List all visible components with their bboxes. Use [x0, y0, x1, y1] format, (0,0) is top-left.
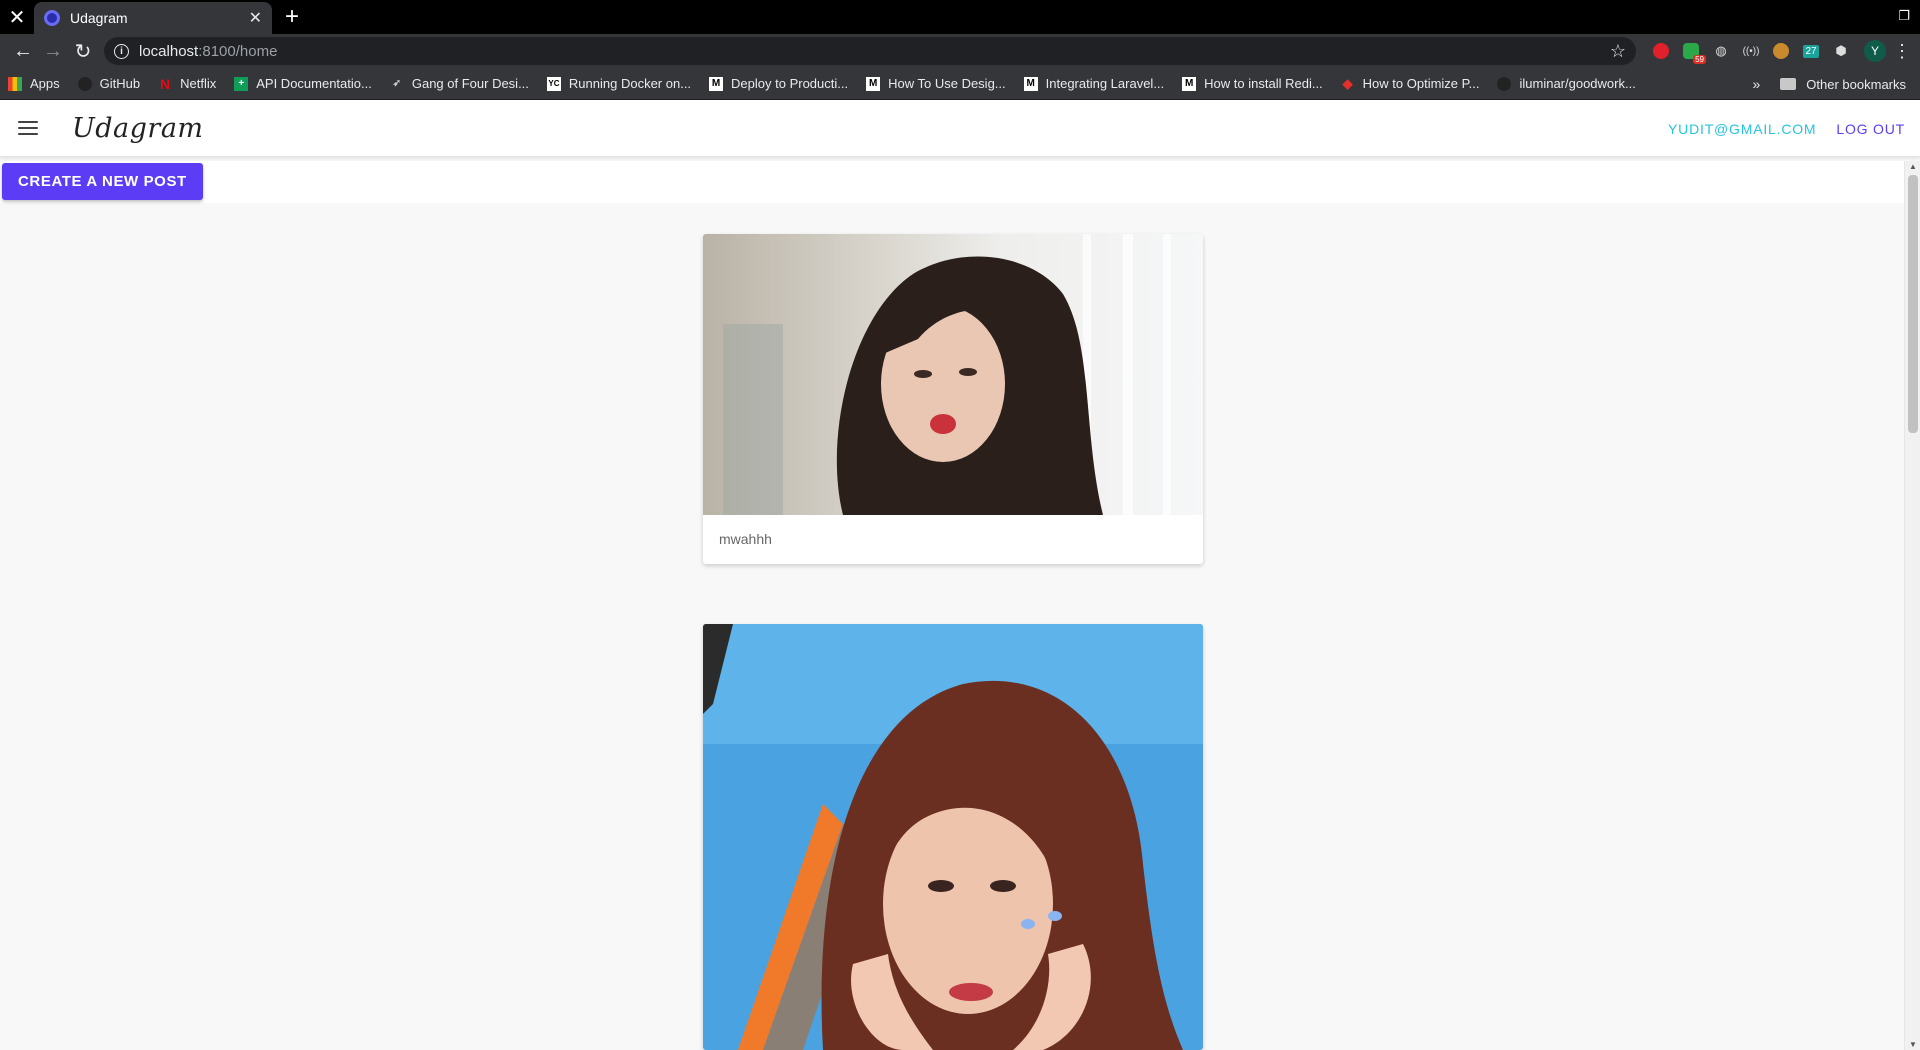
medium-icon: M	[1023, 76, 1038, 91]
tab-close-icon[interactable]: ✕	[249, 8, 262, 28]
diamond-icon: ◆	[1342, 75, 1353, 91]
bookmark-netflix[interactable]: N Netflix	[158, 75, 216, 92]
netflix-icon: N	[160, 75, 171, 92]
logout-button[interactable]: LOG OUT	[1836, 121, 1905, 137]
app-logo: Udagram	[72, 112, 204, 144]
bookmark-github[interactable]: GitHub	[77, 76, 140, 91]
bookmark-gang-of-four[interactable]: ➶ Gang of Four Desi...	[390, 76, 529, 91]
post-card: mwahhh	[703, 234, 1203, 564]
bookmark-running-docker[interactable]: YC Running Docker on...	[546, 76, 691, 91]
browser-tabstrip: ✕ Udagram ✕ + ❐	[0, 0, 1920, 34]
close-window-icon[interactable]: ✕	[0, 0, 34, 34]
profile-avatar[interactable]: Y	[1864, 40, 1886, 62]
bookmark-redis[interactable]: M How to install Redi...	[1182, 76, 1323, 91]
globe-icon[interactable]: ◍	[1708, 38, 1734, 64]
bookmark-optimize[interactable]: ◆ How to Optimize P...	[1341, 75, 1480, 92]
udagram-favicon-icon	[44, 10, 60, 26]
extension-badge: 59	[1693, 55, 1706, 64]
tab-title: Udagram	[70, 10, 128, 26]
bookmark-star-icon[interactable]: ☆	[1610, 41, 1626, 62]
bookmark-api-docs[interactable]: + API Documentatio...	[234, 76, 372, 91]
browser-toolbar: ← → ↻ i localhost:8100/home ☆ 59 ◍ ((•))…	[0, 34, 1920, 68]
browser-menu-icon[interactable]: ⋮	[1892, 41, 1912, 62]
apps-grid-icon	[8, 76, 22, 91]
forward-icon[interactable]: →	[38, 36, 68, 66]
calendar-icon[interactable]: 27	[1798, 38, 1824, 64]
back-icon[interactable]: ←	[8, 36, 38, 66]
sheets-icon: +	[234, 76, 249, 91]
medium-icon: M	[1182, 76, 1197, 91]
scroll-down-icon[interactable]: ▼	[1905, 1040, 1920, 1049]
folder-icon	[1780, 78, 1797, 90]
page-scrollbar[interactable]: ▲ ▼	[1904, 161, 1920, 1050]
bookmark-laravel[interactable]: M Integrating Laravel...	[1023, 76, 1164, 91]
bookmark-apps[interactable]: Apps	[8, 76, 60, 91]
post-caption: mwahhh	[719, 531, 772, 547]
yc-icon: YC	[546, 76, 561, 91]
site-info-icon[interactable]: i	[114, 43, 129, 59]
post-image[interactable]	[703, 624, 1203, 1050]
browser-tab[interactable]: Udagram ✕	[34, 2, 272, 34]
feed-content: CREATE A NEW POST mwahhh	[0, 161, 1904, 1050]
github-icon	[1497, 76, 1512, 91]
action-strip	[0, 161, 1904, 203]
url-text[interactable]: localhost:8100/home	[139, 43, 1610, 60]
extension-red-icon[interactable]	[1648, 38, 1674, 64]
medium-icon: M	[709, 76, 724, 91]
restore-window-icon[interactable]: ❐	[1898, 8, 1910, 24]
address-bar[interactable]: i localhost:8100/home ☆	[104, 37, 1636, 65]
post-card	[703, 624, 1203, 1050]
user-email-link[interactable]: YUDIT@GMAIL.COM	[1668, 121, 1816, 137]
extension-chat-icon[interactable]: 59	[1678, 38, 1706, 64]
bookmarks-bar: Apps GitHub N Netflix + API Documentatio..…	[0, 68, 1920, 100]
scroll-up-icon[interactable]: ▲	[1905, 162, 1920, 171]
other-bookmarks[interactable]: Other bookmarks	[1806, 77, 1906, 92]
reload-icon[interactable]: ↻	[68, 36, 98, 66]
bookmark-deploy-production[interactable]: M Deploy to Producti...	[709, 76, 848, 91]
cookie-icon[interactable]	[1768, 38, 1794, 64]
new-tab-icon[interactable]: +	[272, 0, 312, 34]
scroll-thumb[interactable]	[1908, 175, 1918, 433]
bird-icon: ➶	[392, 78, 402, 89]
extension-puzzle-icon[interactable]: ⬢	[1828, 38, 1854, 64]
bookmark-design[interactable]: M How To Use Desig...	[866, 76, 1006, 91]
bookmark-goodwork[interactable]: iluminar/goodwork...	[1497, 76, 1636, 91]
app-header: Udagram YUDIT@GMAIL.COM LOG OUT	[0, 100, 1920, 157]
create-post-button[interactable]: CREATE A NEW POST	[2, 163, 203, 200]
menu-icon[interactable]	[18, 121, 38, 135]
github-icon	[77, 76, 92, 91]
extension-wifi-icon[interactable]: ((•))	[1738, 38, 1764, 64]
post-image[interactable]	[703, 234, 1203, 515]
more-bookmarks-icon[interactable]: »	[1753, 76, 1761, 92]
medium-icon: M	[866, 76, 881, 91]
